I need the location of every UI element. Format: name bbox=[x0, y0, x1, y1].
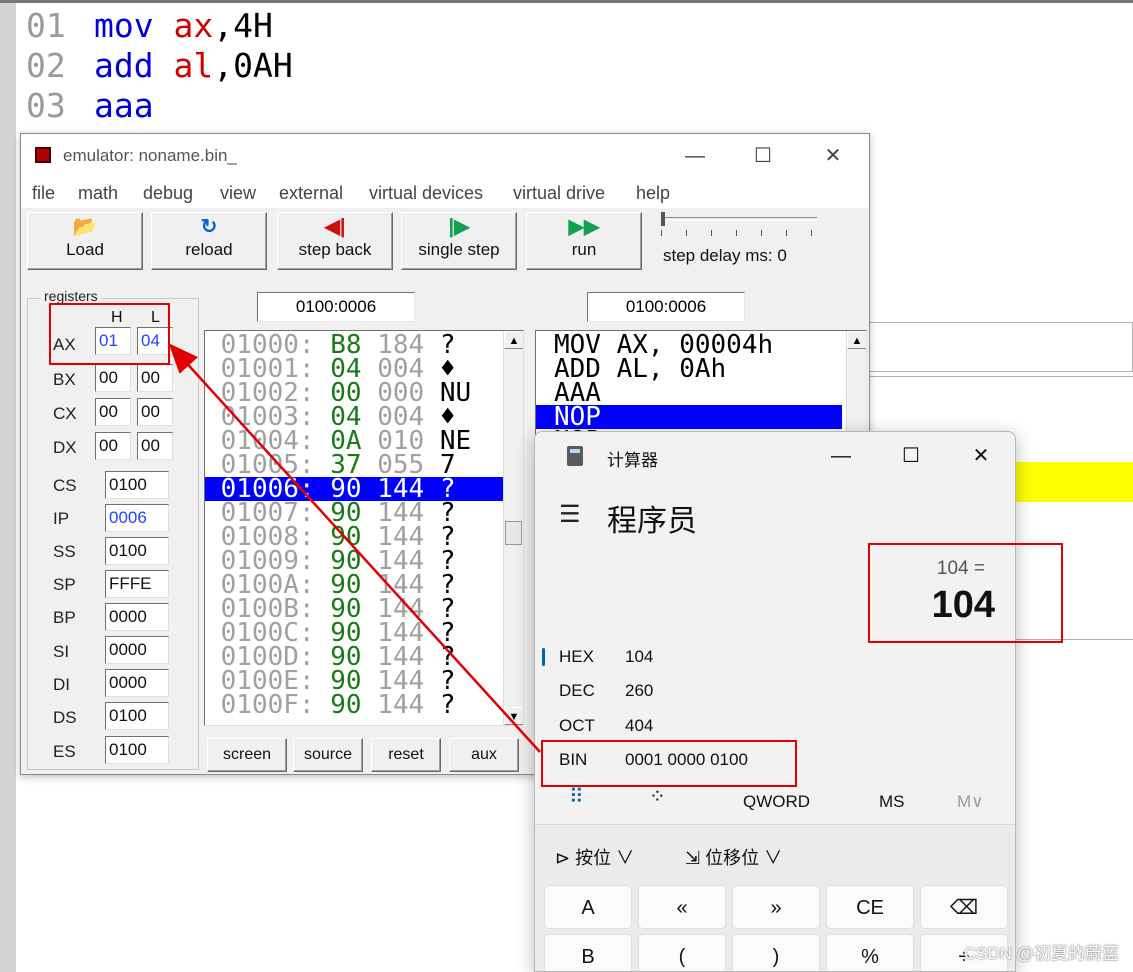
screenshot-stage: 01 mov ax,4H 02 add al,0AH 03 aaa emulator:… bbox=[0, 0, 1133, 972]
watermark: CSDN @初夏的蔚蓝 bbox=[963, 944, 1119, 963]
annotation-arrow bbox=[168, 343, 541, 753]
